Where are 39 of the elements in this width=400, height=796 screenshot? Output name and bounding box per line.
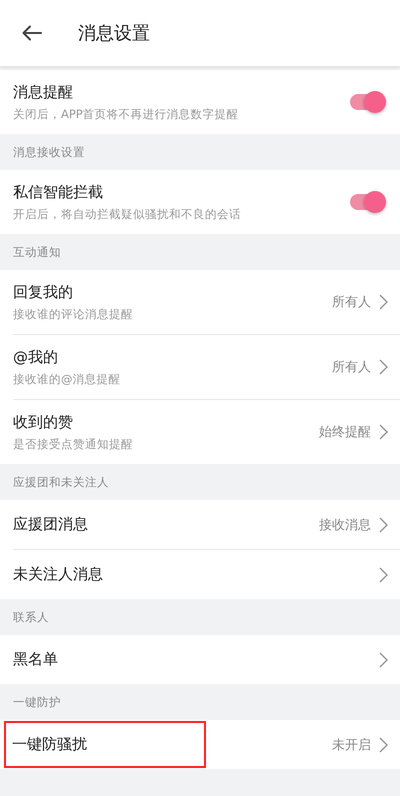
row-value: 接收消息 [319, 516, 371, 534]
chevron-right-icon [379, 652, 388, 668]
row-title: @我的 [13, 348, 59, 366]
chevron-right-icon [379, 736, 388, 752]
row-value: 始终提醒 [319, 424, 371, 441]
row-title: 未关注人消息 [13, 565, 104, 584]
settings-row[interactable]: 回复我的 接收谁的评论消息提醒 所有人 [13, 270, 400, 334]
row-title: 黑名单 [13, 650, 59, 669]
chevron-right-icon [379, 359, 388, 375]
row-description: 关闭后，APP首页将不再进行消息数字提醒 [13, 106, 240, 122]
section-heading: 应援团和未关注人 [12, 474, 110, 490]
row-title: 回复我的 [13, 282, 74, 302]
row-value: 所有人 [332, 359, 371, 376]
chevron-right-icon [379, 566, 388, 582]
toggle-switch[interactable] [350, 94, 384, 110]
row-value: 未开启 [332, 736, 371, 754]
chevron-right-icon [379, 424, 388, 440]
row-description: 接收谁的评论消息提醒 [13, 306, 134, 322]
settings-row[interactable]: 应援团消息 接收消息 [13, 500, 400, 549]
settings-row[interactable]: 收到的赞 是否接受点赞通知提醒 始终提醒 [13, 399, 400, 464]
row-title: 消息提醒 [13, 82, 74, 102]
row-title: 收到的赞 [13, 412, 74, 432]
row-description: 是否接受点赞通知提醒 [13, 436, 134, 452]
row-value: 所有人 [332, 294, 371, 311]
settings-row[interactable]: @我的 接收谁的@消息提醒 所有人 [13, 334, 400, 399]
row-description: 开启后，将自动拦截疑似骚扰和不良的会话 [13, 206, 242, 222]
section-heading: 互动通知 [12, 244, 62, 260]
chevron-right-icon [379, 294, 388, 310]
toggle-switch[interactable] [350, 194, 384, 210]
row-title: 私信智能拦截 [13, 182, 104, 202]
row-title: 一键防骚扰 [6, 723, 204, 766]
row-description: 接收谁的@消息提醒 [13, 372, 122, 386]
section-heading: 消息接收设置 [12, 144, 86, 160]
row-title: 应援团消息 [13, 515, 89, 534]
chevron-right-icon [379, 516, 388, 532]
section-heading: 联系人 [12, 608, 50, 626]
page-title: 消息设置 [78, 22, 150, 45]
section-heading: 一键防护 [12, 694, 62, 710]
settings-row[interactable]: 未关注人消息 [13, 549, 400, 599]
